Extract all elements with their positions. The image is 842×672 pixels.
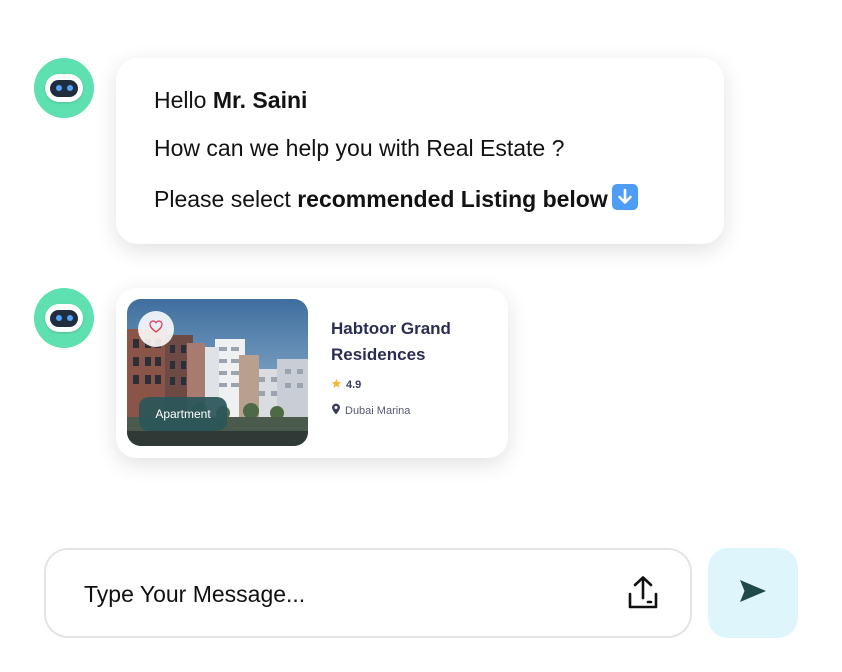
listing-title[interactable]: Habtoor Grand Residences	[331, 316, 491, 368]
bot-avatar	[34, 58, 94, 118]
chat-screen: Hello Mr. Saini How can we help you with…	[0, 0, 842, 672]
upload-button[interactable]	[622, 574, 664, 616]
select-bold: recommended Listing below	[297, 186, 608, 212]
location-text: Dubai Marina	[345, 404, 411, 417]
bot-avatar	[34, 288, 94, 348]
upload-icon	[624, 574, 662, 617]
greeting-line: Hello Mr. Saini	[154, 88, 724, 112]
message-composer	[44, 548, 692, 638]
message-input[interactable]	[84, 576, 604, 612]
favorite-button[interactable]	[138, 311, 174, 347]
select-prefix: Please select	[154, 186, 298, 212]
send-icon	[739, 579, 767, 608]
heart-icon	[149, 320, 163, 338]
robot-icon	[45, 74, 83, 102]
send-button[interactable]	[708, 548, 798, 638]
select-line: Please select recommended Listing below	[154, 184, 724, 211]
down-arrow-icon	[611, 184, 638, 210]
listing-rating: 4.9	[331, 378, 361, 392]
rating-value: 4.9	[346, 379, 362, 391]
question-line: How can we help you with Real Estate ?	[154, 135, 565, 161]
robot-icon	[45, 304, 83, 332]
star-icon	[331, 378, 342, 392]
map-pin-icon	[331, 403, 341, 418]
listing-location: Dubai Marina	[331, 403, 410, 418]
listing-image[interactable]: Apartment	[127, 299, 308, 446]
user-name: Mr. Saini	[212, 87, 308, 113]
property-type-chip: Apartment	[139, 397, 227, 431]
listing-card[interactable]: Apartment Habtoor Grand Residences 4.9 D…	[116, 288, 508, 458]
greeting-hello: Hello	[154, 87, 213, 113]
bot-message-bubble: Hello Mr. Saini How can we help you with…	[116, 58, 724, 244]
